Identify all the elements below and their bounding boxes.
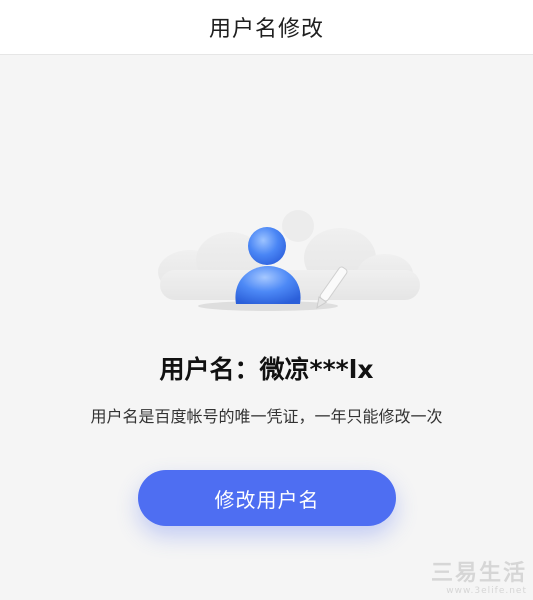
avatar-head — [248, 227, 286, 265]
user-edit-icon — [158, 210, 420, 311]
modify-username-button[interactable]: 修改用户名 — [138, 470, 396, 526]
current-username: 用户名：微凉***lx — [159, 355, 374, 384]
watermark-url: www.3elife.net — [446, 586, 527, 596]
title-bar: 用户名修改 — [0, 0, 533, 55]
page-title: 用户名修改 — [208, 17, 324, 42]
watermark-logo: 三易生活 www.3elife.net — [430, 561, 527, 597]
watermark-text: 三易生活 — [430, 561, 527, 586]
username-rule-description: 用户名是百度帐号的唯一凭证，一年只能修改一次 — [90, 407, 443, 426]
